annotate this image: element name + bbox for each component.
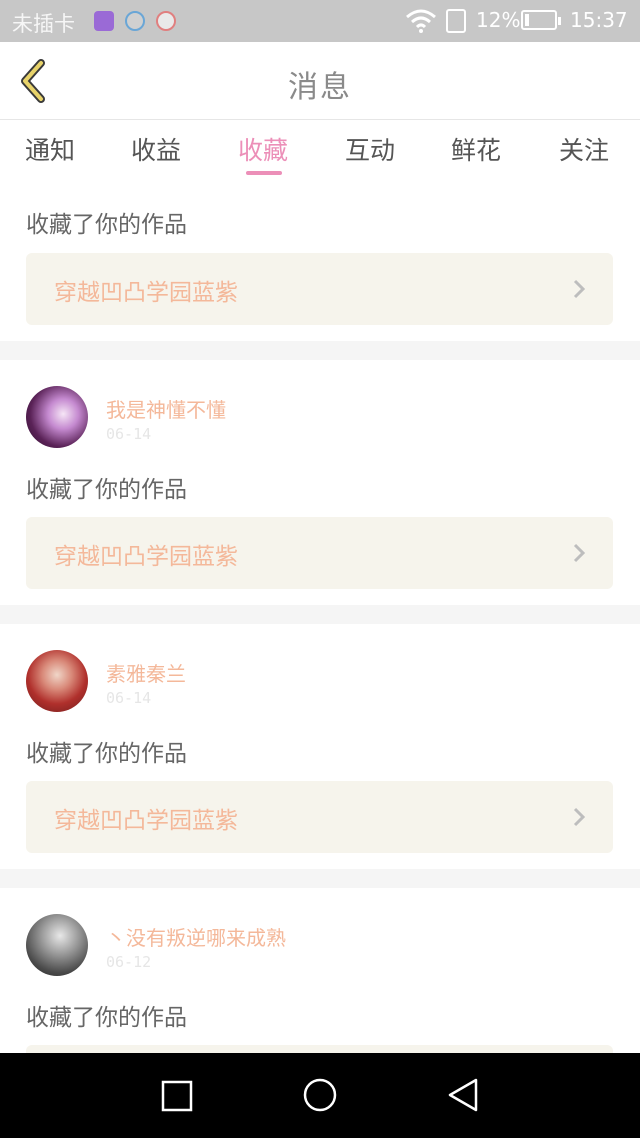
action-text: 收藏了你的作品 bbox=[26, 212, 187, 238]
work-title: 穿越凹凸学园蓝紫 bbox=[54, 544, 238, 570]
tab-notifications[interactable]: 通知 bbox=[25, 131, 75, 167]
page-title: 消息 bbox=[288, 70, 352, 105]
action-text: 收藏了你的作品 bbox=[26, 1005, 187, 1031]
carrier-label: 未插卡 bbox=[12, 12, 75, 36]
list-item: 素雅秦兰 06-14 收藏了你的作品 穿越凹凸学园蓝紫 bbox=[0, 624, 640, 869]
tab-flowers[interactable]: 鲜花 bbox=[451, 131, 501, 167]
app-icon bbox=[125, 11, 145, 31]
work-link[interactable]: 穿越凹凸学园蓝紫 bbox=[26, 781, 613, 853]
list-item: 我是神懂不懂 06-14 收藏了你的作品 穿越凹凸学园蓝紫 bbox=[0, 360, 640, 605]
timestamp: 06-14 bbox=[106, 425, 152, 443]
timestamp: 06-14 bbox=[106, 689, 152, 707]
chevron-right-icon bbox=[573, 807, 586, 827]
work-title: 穿越凹凸学园蓝紫 bbox=[54, 808, 238, 834]
battery-fill bbox=[525, 14, 529, 26]
home-icon[interactable] bbox=[302, 1077, 338, 1113]
tab-favorites[interactable]: 收藏 bbox=[238, 131, 288, 167]
clock: 15:37 bbox=[570, 8, 628, 32]
message-feed[interactable]: 收藏了你的作品 穿越凹凸学园蓝紫 我是神懂不懂 06-14 收藏了你的作品 穿越… bbox=[0, 179, 640, 1053]
username[interactable]: 素雅秦兰 bbox=[106, 658, 186, 687]
work-link[interactable]: 穿越凹凸学园蓝紫 bbox=[26, 253, 613, 325]
avatar[interactable] bbox=[26, 914, 88, 976]
active-tab-indicator bbox=[246, 171, 282, 175]
list-item: 收藏了你的作品 穿越凹凸学园蓝紫 bbox=[0, 179, 640, 341]
sim-icon bbox=[446, 9, 466, 33]
avatar[interactable] bbox=[26, 386, 88, 448]
battery-icon bbox=[521, 10, 561, 30]
list-item: 丶没有叛逆哪来成熟 06-12 收藏了你的作品 bbox=[0, 888, 640, 1053]
timestamp: 06-12 bbox=[106, 953, 152, 971]
username[interactable]: 我是神懂不懂 bbox=[106, 394, 226, 423]
chevron-right-icon bbox=[573, 279, 586, 299]
avatar[interactable] bbox=[26, 650, 88, 712]
wifi-icon bbox=[406, 9, 436, 33]
tab-earnings[interactable]: 收益 bbox=[131, 131, 181, 167]
gallery-icon bbox=[94, 11, 114, 31]
work-link[interactable] bbox=[26, 1045, 613, 1053]
tab-interactions[interactable]: 互动 bbox=[345, 131, 395, 167]
work-link[interactable]: 穿越凹凸学园蓝紫 bbox=[26, 517, 613, 589]
tab-bar: 通知 收益 收藏 互动 鲜花 关注 bbox=[0, 121, 640, 179]
battery-percent: 12% bbox=[476, 8, 521, 32]
app-a-icon bbox=[156, 11, 176, 31]
back-icon[interactable] bbox=[446, 1077, 480, 1113]
action-text: 收藏了你的作品 bbox=[26, 477, 187, 503]
status-bar: 未插卡 12% 15:37 bbox=[0, 0, 640, 42]
work-title: 穿越凹凸学园蓝紫 bbox=[54, 280, 238, 306]
system-nav-bar bbox=[0, 1053, 640, 1138]
action-text: 收藏了你的作品 bbox=[26, 741, 187, 767]
username[interactable]: 丶没有叛逆哪来成熟 bbox=[106, 922, 286, 951]
tab-following[interactable]: 关注 bbox=[559, 131, 609, 167]
chevron-right-icon bbox=[573, 543, 586, 563]
app-header: 消息 bbox=[0, 42, 640, 120]
recent-apps-icon[interactable] bbox=[161, 1080, 193, 1112]
